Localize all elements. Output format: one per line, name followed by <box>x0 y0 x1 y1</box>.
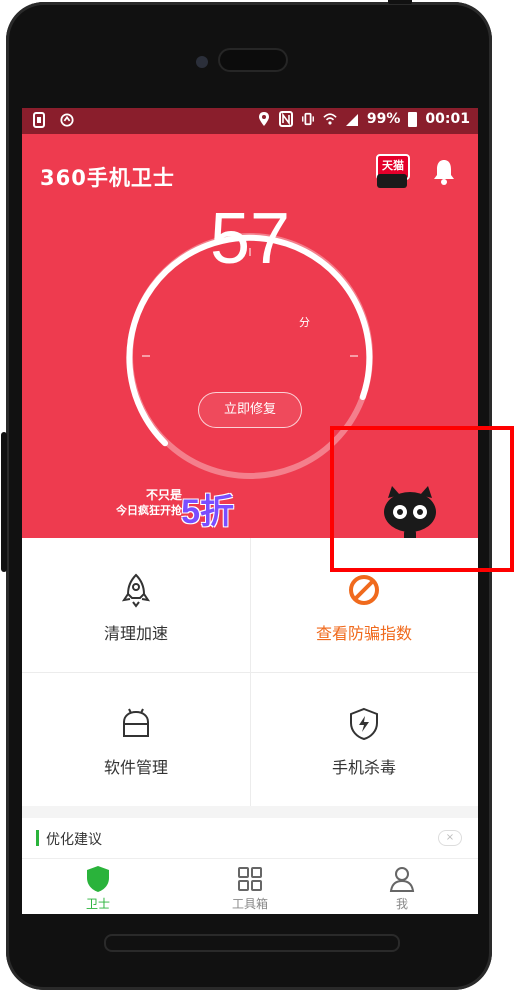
tile-label: 软件管理 <box>103 758 168 777</box>
nav-tab-toolbox[interactable]: 工具箱 <box>174 859 326 914</box>
volume-key <box>1 432 7 572</box>
tile-software-manager[interactable]: 软件管理 <box>22 672 250 806</box>
promo-line1: 不只是 <box>145 488 182 502</box>
person-icon <box>389 867 415 892</box>
wifi-icon <box>323 113 337 125</box>
score-unit: 分 <box>299 316 310 329</box>
tile-label: 查看防骗指数 <box>315 624 412 643</box>
front-camera <box>196 56 208 68</box>
promo-banner[interactable]: 不只是 今日疯狂开抢 5折 <box>84 484 234 531</box>
bell-icon[interactable] <box>432 158 456 186</box>
tile-clean-speed[interactable]: 清理加速 <box>22 538 250 672</box>
close-icon[interactable]: × <box>438 830 462 846</box>
tile-antivirus[interactable]: 手机杀毒 <box>250 672 478 806</box>
section-marker <box>36 830 39 846</box>
app-title: 360手机卫士 <box>40 166 175 190</box>
ban-icon <box>349 575 379 605</box>
battery-icon <box>408 111 418 127</box>
sim-icon <box>33 112 45 128</box>
tile-label: 清理加速 <box>103 624 168 643</box>
fix-now-button[interactable]: 立即修复 <box>198 392 302 428</box>
suggestions-card[interactable]: 优化建议 × <box>22 818 478 858</box>
clock: 00:01 <box>425 111 470 127</box>
nav-label: 工具箱 <box>231 897 268 911</box>
rocket-icon <box>121 573 151 608</box>
signal-icon <box>345 114 358 126</box>
sync-icon <box>60 113 74 127</box>
android-icon <box>123 708 149 737</box>
home-bar <box>104 934 400 952</box>
security-score: 57 <box>209 199 291 279</box>
grid-icon <box>238 867 262 891</box>
nav-tab-me[interactable]: 我 <box>326 859 478 914</box>
power-key <box>388 0 412 4</box>
nav-tab-guard[interactable]: 卫士 <box>22 859 174 914</box>
location-icon <box>258 112 269 126</box>
highlight-box <box>330 426 514 572</box>
nav-label: 我 <box>395 897 408 911</box>
earpiece <box>220 50 286 70</box>
vibrate-icon <box>301 112 314 126</box>
promo-line2: 今日疯狂开抢 <box>116 504 182 517</box>
tile-label: 手机杀毒 <box>331 758 396 777</box>
shield-icon <box>87 866 109 892</box>
nav-label: 卫士 <box>85 897 110 911</box>
suggestions-title: 优化建议 <box>46 832 102 848</box>
promo-discount: 5折 <box>181 493 234 531</box>
tmall-cat-icon <box>377 174 407 188</box>
nfc-icon <box>278 111 293 127</box>
bottom-nav: 卫士 工具箱 我 <box>22 858 478 914</box>
shield-bolt-icon <box>350 707 378 741</box>
battery-percent: 99% <box>366 111 401 127</box>
tmall-badge[interactable]: 天猫 <box>374 154 410 190</box>
feature-grid: 清理加速 查看防骗指数 软件管理 手机杀毒 <box>22 538 478 806</box>
status-bar: 99% 00:01 <box>22 108 478 134</box>
